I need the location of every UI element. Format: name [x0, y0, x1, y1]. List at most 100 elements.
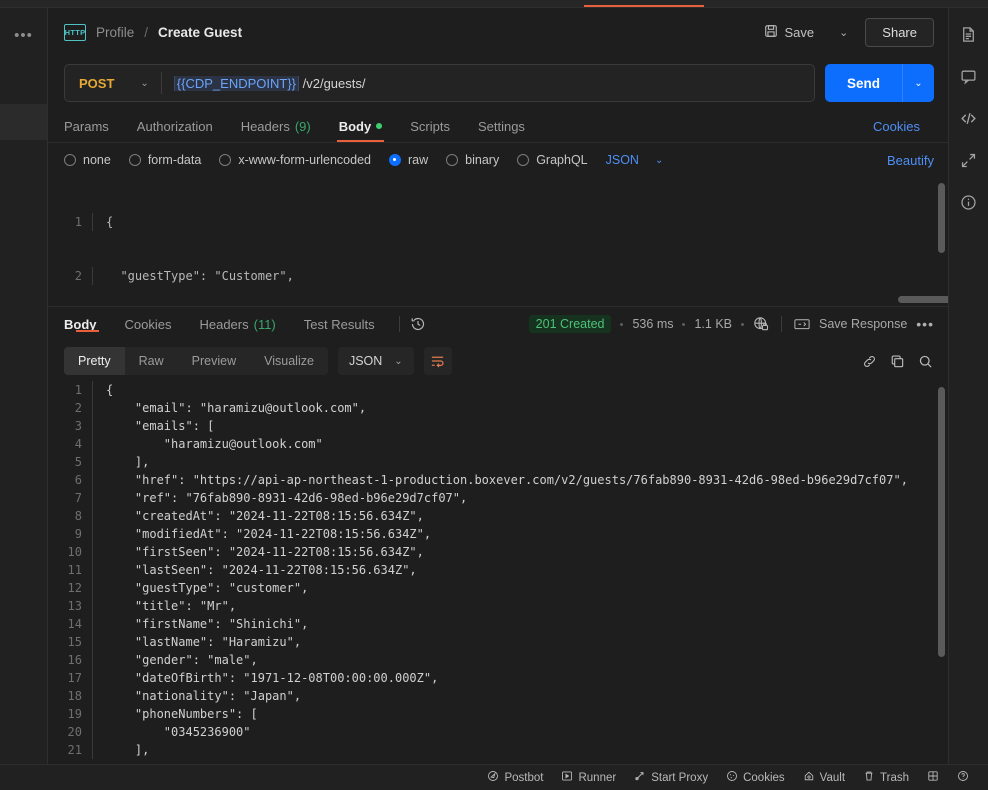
beautify-link[interactable]: Beautify [887, 153, 934, 168]
response-tab-headers-label: Headers [199, 317, 248, 332]
radio-urlencoded-icon [219, 154, 231, 166]
cookies-link[interactable]: Cookies [859, 110, 934, 142]
help-button[interactable] [948, 770, 978, 785]
response-tab-cookies-label: Cookies [125, 317, 172, 332]
code-line: 7 "ref": "76fab890-8931-42d6-98ed-b96e29… [48, 489, 948, 507]
statusbar-postbot[interactable]: Postbot [478, 770, 552, 785]
send-group: Send ⌄ [825, 64, 934, 102]
save-button[interactable]: Save [756, 19, 822, 46]
line-number: 17 [48, 669, 92, 687]
response-tab-cookies[interactable]: Cookies [111, 317, 186, 332]
tab-settings[interactable]: Settings [464, 110, 539, 142]
tab-scripts[interactable]: Scripts [396, 110, 464, 142]
indent-guide [92, 381, 93, 399]
url-input[interactable]: {{CDP_ENDPOINT}} /v2/guests/ [162, 76, 814, 91]
secure-globe-icon[interactable] [753, 316, 769, 332]
comment-icon[interactable] [959, 66, 979, 86]
tab-body[interactable]: Body [325, 110, 397, 142]
proxy-icon [634, 770, 646, 785]
indent-guide [92, 669, 93, 687]
main-body: ••• HTTP Profile / Create Guest [0, 8, 988, 764]
url-bar[interactable]: POST ⌄ {{CDP_ENDPOINT}} /v2/guests/ [64, 64, 815, 102]
line-number: 21 [48, 741, 92, 759]
code-line: 12 "guestType": "customer", [48, 579, 948, 597]
view-mode-pretty[interactable]: Pretty [64, 347, 125, 375]
indent-guide [92, 525, 93, 543]
page-title: Create Guest [158, 25, 242, 40]
indent-guide [92, 507, 93, 525]
tab-scripts-label: Scripts [410, 119, 450, 134]
code-line: 5 ], [48, 453, 948, 471]
statusbar-vault[interactable]: Vault [794, 770, 854, 785]
info-icon[interactable] [959, 192, 979, 212]
sidebar-selected-block[interactable] [0, 104, 47, 140]
body-type-graphql[interactable]: GraphQL [517, 153, 587, 167]
body-format-selector[interactable]: JSON ⌄ [606, 153, 664, 167]
breadcrumb-separator: / [144, 25, 148, 40]
save-dropdown-chevron-icon[interactable]: ⌄ [832, 22, 855, 43]
request-editor-hscrollbar[interactable] [898, 296, 948, 303]
copy-icon[interactable] [888, 352, 906, 370]
response-format-selector[interactable]: JSON ⌄ [338, 347, 414, 375]
left-sidebar[interactable]: ••• [0, 8, 48, 764]
response-tab-test-results[interactable]: Test Results [290, 317, 389, 332]
statusbar-cookies[interactable]: Cookies [717, 770, 794, 785]
http-protocol-icon: HTTP [64, 24, 86, 41]
view-mode-raw[interactable]: Raw [125, 347, 178, 375]
line-content: "firstSeen": "2024-11-22T08:15:56.634Z", [92, 543, 424, 561]
response-tabs-divider [399, 316, 400, 332]
response-code[interactable]: 1{2 "email": "haramizu@outlook.com",3 "e… [48, 381, 948, 759]
response-tab-headers[interactable]: Headers (11) [185, 317, 289, 332]
request-code[interactable]: 1{ 2 "guestType": "Customer", 3 "title":… [48, 177, 948, 307]
tab-authorization[interactable]: Authorization [123, 110, 227, 142]
statusbar-postbot-label: Postbot [504, 772, 543, 784]
send-button[interactable]: Send [825, 64, 902, 102]
body-type-urlencoded[interactable]: x-www-form-urlencoded [219, 153, 371, 167]
right-sidebar[interactable] [948, 8, 988, 764]
response-tab-body-label: Body [64, 317, 97, 332]
view-mode-preview[interactable]: Preview [178, 347, 250, 375]
line-number: 1 [48, 381, 92, 399]
line-number: 15 [48, 633, 92, 651]
method-selector[interactable]: POST ⌄ [65, 65, 161, 101]
line-number: 5 [48, 453, 92, 471]
body-type-form-data[interactable]: form-data [129, 153, 202, 167]
share-button[interactable]: Share [865, 18, 934, 47]
breadcrumb-parent[interactable]: Profile [96, 25, 134, 40]
code-line: 1{ [48, 213, 948, 231]
save-response-icon[interactable] [794, 316, 810, 332]
statusbar-start-proxy[interactable]: Start Proxy [625, 770, 717, 785]
sidebar-more-menu[interactable]: ••• [14, 28, 33, 43]
save-response-label[interactable]: Save Response [819, 317, 907, 331]
line-content: "dateOfBirth": "1971-12-08T00:00:00.000Z… [92, 669, 438, 687]
request-editor-scrollbar[interactable] [938, 183, 945, 253]
response-more-menu[interactable]: ••• [916, 316, 934, 332]
document-icon[interactable] [959, 24, 979, 44]
search-icon[interactable] [916, 352, 934, 370]
history-icon[interactable] [410, 316, 426, 332]
word-wrap-toggle[interactable] [424, 347, 452, 375]
statusbar-runner[interactable]: Runner [552, 770, 625, 785]
body-type-none[interactable]: none [64, 153, 111, 167]
response-body-viewer[interactable]: 1{2 "email": "haramizu@outlook.com",3 "e… [48, 381, 948, 764]
response-scrollbar[interactable] [938, 387, 945, 657]
send-options-chevron-icon[interactable]: ⌄ [902, 64, 934, 102]
expand-icon[interactable] [959, 150, 979, 170]
request-body-editor[interactable]: 1{ 2 "guestType": "Customer", 3 "title":… [48, 177, 948, 307]
line-number: 1 [48, 213, 92, 231]
active-tab-indicator [584, 5, 704, 7]
statusbar-start-proxy-label: Start Proxy [651, 772, 708, 784]
link-icon[interactable] [860, 352, 878, 370]
line-number: 19 [48, 705, 92, 723]
tab-params[interactable]: Params [64, 110, 123, 142]
body-type-binary[interactable]: binary [446, 153, 499, 167]
body-type-raw[interactable]: raw [389, 153, 428, 167]
code-icon[interactable] [959, 108, 979, 128]
tab-strip[interactable] [0, 0, 988, 8]
layout-toggle-button[interactable] [918, 770, 948, 785]
view-mode-visualize[interactable]: Visualize [250, 347, 328, 375]
tab-headers[interactable]: Headers (9) [227, 110, 325, 142]
response-tab-body[interactable]: Body [64, 317, 111, 332]
line-number: 4 [48, 435, 92, 453]
statusbar-trash[interactable]: Trash [854, 770, 918, 785]
